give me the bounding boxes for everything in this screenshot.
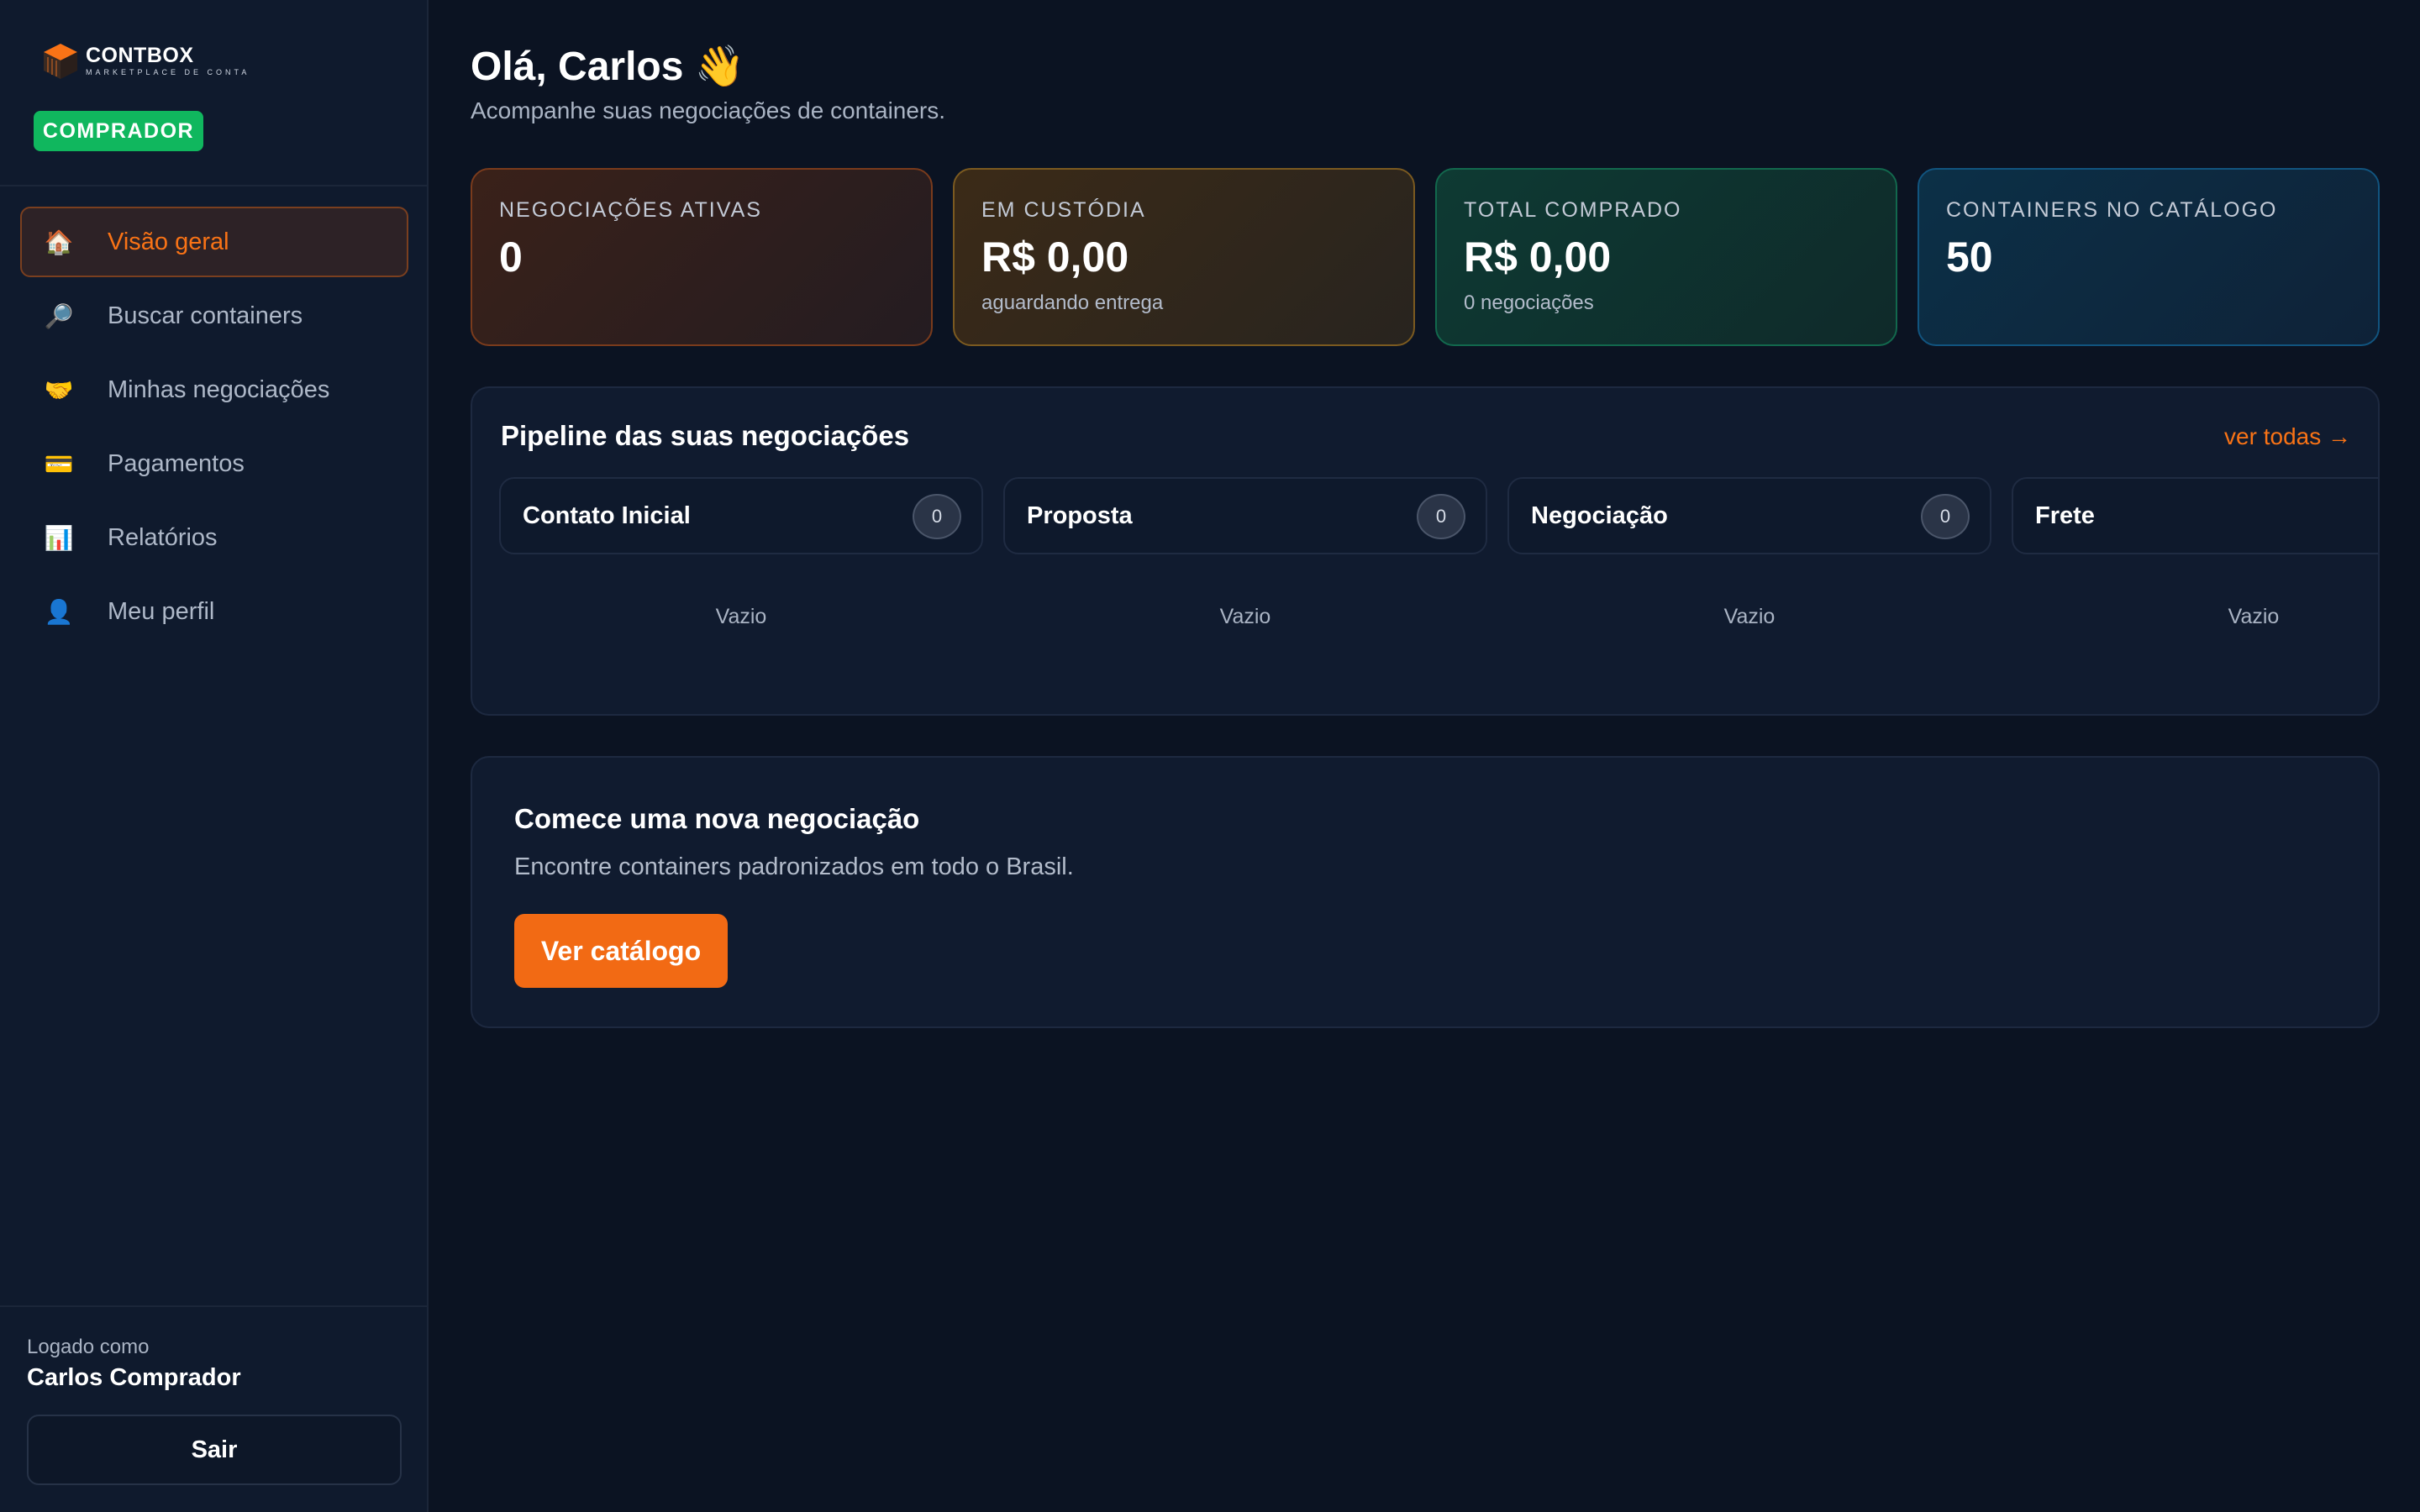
- view-catalog-button[interactable]: Ver catálogo: [514, 914, 728, 988]
- sidebar-item-label: Buscar containers: [108, 302, 303, 329]
- stat-label: CONTAINERS NO CATÁLOGO: [1946, 198, 2278, 222]
- sidebar-item-meu-perfil[interactable]: 👤 Meu perfil: [20, 576, 408, 647]
- stage-name: Negociação: [1531, 501, 1668, 529]
- stat-label: EM CUSTÓDIA: [981, 198, 1146, 222]
- brand-logo[interactable]: CONTBOX MARKETPLACE DE CONTAINERS: [40, 40, 250, 81]
- cta-text: Encontre containers padronizados em todo…: [514, 853, 1074, 880]
- stat-card-containers-catalogo: CONTAINERS NO CATÁLOGO 50: [1918, 168, 2380, 346]
- role-badge: COMPRADOR: [34, 111, 203, 151]
- page-subtitle: Acompanhe suas negociações de containers…: [471, 97, 946, 123]
- sidebar-item-label: Pagamentos: [108, 449, 245, 477]
- brand-tagline: MARKETPLACE DE CONTAINERS: [86, 68, 250, 76]
- pipeline-stage-proposta[interactable]: Proposta 0: [1003, 477, 1487, 554]
- sidebar-divider: [0, 185, 429, 186]
- sidebar-item-relatorios[interactable]: 📊 Relatórios: [20, 502, 408, 573]
- stage-empty-text: Vazio: [2228, 605, 2280, 628]
- stat-card-total-comprado: TOTAL COMPRADO R$ 0,00 0 negociações: [1435, 168, 1897, 346]
- sidebar-item-label: Relatórios: [108, 523, 218, 551]
- house-icon: 🏠: [44, 228, 74, 255]
- user-icon: 👤: [44, 598, 74, 625]
- logged-as-label: Logado como: [27, 1336, 150, 1358]
- stat-value: R$ 0,00: [1464, 234, 1612, 281]
- stage-name: Proposta: [1027, 501, 1133, 529]
- sidebar-item-pagamentos[interactable]: 💳 Pagamentos: [20, 428, 408, 499]
- stage-count-badge: 0: [1921, 494, 1970, 539]
- stat-note: 0 negociações: [1464, 291, 1594, 314]
- pipeline-stage-contato-inicial[interactable]: Contato Inicial 0: [499, 477, 983, 554]
- pipeline-stage-negociacao[interactable]: Negociação 0: [1507, 477, 1991, 554]
- new-negotiation-panel: Comece uma nova negociação Encontre cont…: [471, 756, 2380, 1028]
- stat-note: aguardando entrega: [981, 291, 1164, 314]
- pipeline-stage-frete[interactable]: Frete: [2012, 477, 2378, 554]
- stat-value: 50: [1946, 234, 1993, 281]
- pipeline-panel: Pipeline das suas negociações ver todas …: [471, 386, 2380, 716]
- stage-count-badge: 0: [1417, 494, 1465, 539]
- user-name: Carlos Comprador: [27, 1364, 241, 1391]
- view-all-link[interactable]: ver todas →: [2224, 423, 2351, 450]
- handshake-icon: 🤝: [44, 376, 74, 403]
- sidebar: CONTBOX MARKETPLACE DE CONTAINERS COMPRA…: [0, 0, 429, 1512]
- stage-name: Contato Inicial: [523, 501, 691, 529]
- sidebar-nav: 🏠 Visão geral 🔎 Buscar containers 🤝 Minh…: [20, 207, 408, 650]
- sidebar-footer-divider: [0, 1305, 429, 1307]
- bar-chart-icon: 📊: [44, 524, 74, 551]
- stage-empty-text: Vazio: [1219, 605, 1271, 628]
- pipeline-title: Pipeline das suas negociações: [501, 420, 910, 451]
- magnifier-icon: 🔎: [44, 302, 74, 329]
- stat-label: NEGOCIAÇÕES ATIVAS: [499, 198, 762, 222]
- stat-label: TOTAL COMPRADO: [1464, 198, 1682, 222]
- stage-name: Frete: [2035, 501, 2095, 529]
- stat-value: 0: [499, 234, 523, 281]
- stat-value: R$ 0,00: [981, 234, 1129, 281]
- sidebar-item-minhas-negociacoes[interactable]: 🤝 Minhas negociações: [20, 354, 408, 425]
- stat-card-negociacoes-ativas: NEGOCIAÇÕES ATIVAS 0: [471, 168, 933, 346]
- logout-button[interactable]: Sair: [27, 1415, 402, 1485]
- sidebar-item-visao-geral[interactable]: 🏠 Visão geral: [20, 207, 408, 277]
- stage-empty-text: Vazio: [1723, 605, 1776, 628]
- sidebar-item-label: Minhas negociações: [108, 375, 330, 403]
- sidebar-item-label: Meu perfil: [108, 597, 215, 625]
- cta-title: Comece uma nova negociação: [514, 803, 920, 834]
- container-logo-icon: [40, 40, 81, 81]
- stage-count-badge: 0: [913, 494, 961, 539]
- page-title: Olá, Carlos 👋: [471, 45, 745, 89]
- brand-name: CONTBOX: [86, 44, 194, 67]
- sidebar-item-buscar-containers[interactable]: 🔎 Buscar containers: [20, 281, 408, 351]
- stage-empty-text: Vazio: [715, 605, 767, 628]
- stat-card-em-custodia: EM CUSTÓDIA R$ 0,00 aguardando entrega: [953, 168, 1415, 346]
- credit-card-icon: 💳: [44, 450, 74, 477]
- sidebar-item-label: Visão geral: [108, 228, 229, 255]
